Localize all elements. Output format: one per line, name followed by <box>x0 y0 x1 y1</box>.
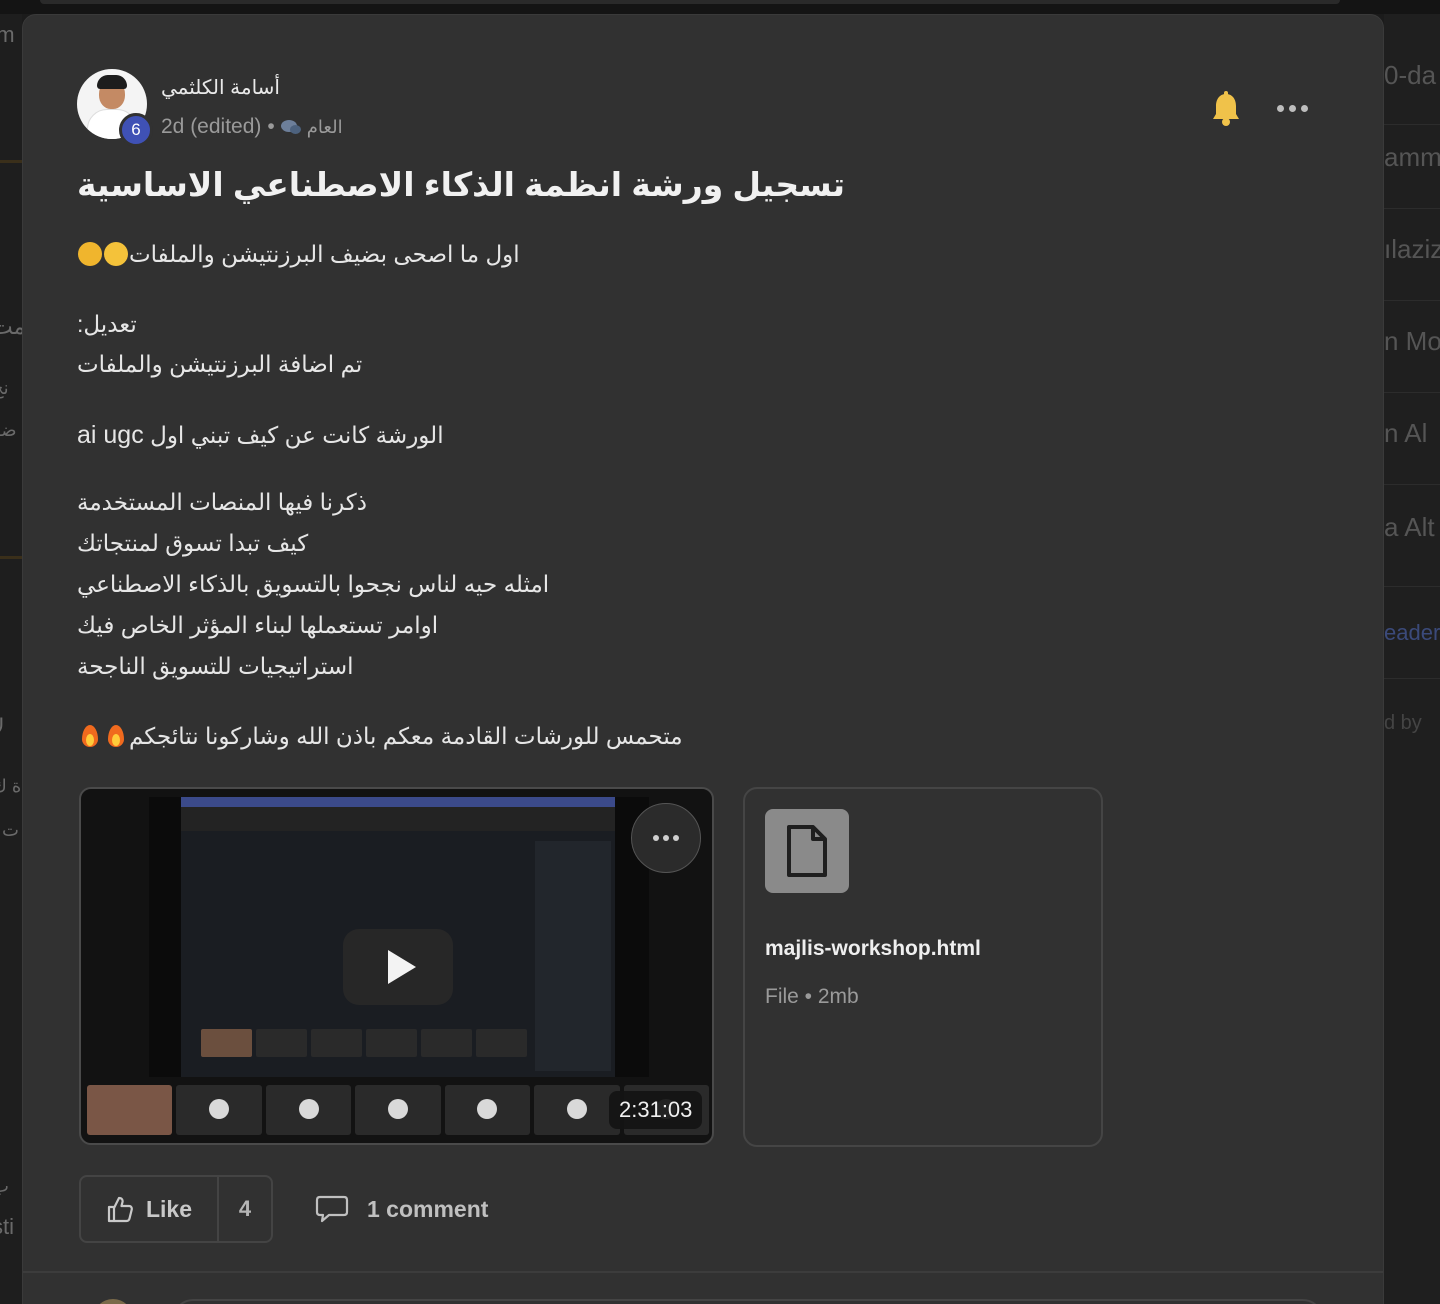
dot-icon <box>663 835 669 841</box>
bell-icon[interactable] <box>1211 91 1241 127</box>
background-text-fragment: لا <box>0 714 5 740</box>
comment-icon <box>315 1195 349 1223</box>
background-text-fragment: مت <box>0 314 22 339</box>
fire-icon <box>104 724 128 748</box>
author-name[interactable]: أسامة الكلثمي <box>161 75 280 100</box>
post-line: تم اضافة البرزنتيشن والملفات <box>77 351 363 377</box>
background-text-fragment: a Alt <box>1384 512 1435 542</box>
melting-face-icon <box>78 242 102 266</box>
post-line: كيف تبدا تسوق لمنتجاتك <box>77 530 309 556</box>
post-line: امثله حيه لناس نجحوا بالتسويق بالذكاء ال… <box>77 571 550 597</box>
video-menu-button[interactable] <box>631 803 701 873</box>
post-time: 2d (edited) <box>161 115 262 138</box>
post-line: اول ما اصحى بضيف البرزنتيشن والملفات <box>77 241 977 268</box>
background-text-fragment: 'm <box>0 22 15 47</box>
video-duration: 2:31:03 <box>609 1091 703 1129</box>
background-divider <box>0 556 22 559</box>
commenter-avatar <box>93 1299 133 1304</box>
like-button-group: Like 4 <box>79 1175 273 1243</box>
sleepy-face-icon <box>104 242 128 266</box>
background-divider <box>0 160 22 163</box>
background-divider <box>1384 586 1440 587</box>
background-divider <box>1384 678 1440 679</box>
post-line: متحمس للورشات القادمة معكم باذن الله وشا… <box>77 723 977 750</box>
background-divider <box>1384 124 1440 125</box>
meta-separator: • <box>267 115 275 138</box>
dot-icon <box>1277 104 1284 112</box>
background-text-fragment: n Al <box>1384 418 1428 448</box>
background-text-fragment: ة ك <box>0 776 22 796</box>
background-leaderboard-link: eader <box>1384 620 1440 645</box>
file-name[interactable]: majlis-workshop.html <box>765 937 981 961</box>
background-divider <box>1384 300 1440 301</box>
background-text-fragment: نخ <box>0 378 9 398</box>
speech-bubbles-icon <box>280 119 301 135</box>
background-left-column: 'm مت نخ ضو لا ة ك ت ا ب sti <box>0 14 22 1304</box>
background-text-fragment: n Mo <box>1384 326 1440 356</box>
dot-icon <box>653 835 659 841</box>
background-text-fragment: ضو <box>0 420 17 440</box>
post-line: تعديل: <box>77 311 137 337</box>
comment-button[interactable]: 1 comment <box>315 1191 488 1227</box>
thumbs-up-icon <box>107 1196 133 1223</box>
fire-icon <box>78 724 102 748</box>
background-text-fragment: d by <box>1384 712 1422 734</box>
post-line: الورشة كانت عن كيف تبني اول ai ugc <box>77 421 444 449</box>
author-avatar[interactable]: 6 <box>77 69 153 147</box>
dot-icon <box>1301 104 1308 112</box>
background-text-fragment: 0-da <box>1384 60 1437 90</box>
file-attachment[interactable]: majlis-workshop.html File • 2mb <box>743 787 1103 1147</box>
background-divider <box>1384 208 1440 209</box>
background-header-edge <box>40 0 1340 4</box>
comment-input[interactable] <box>173 1299 1323 1304</box>
background-text-fragment: ت ا <box>0 820 19 840</box>
post-title: تسجيل ورشة انظمة الذكاء الاصطناعي الاساس… <box>77 166 846 203</box>
like-label: Like <box>145 1195 193 1222</box>
video-attachment[interactable]: 2:31:03 <box>79 787 714 1145</box>
file-icon <box>765 809 849 893</box>
background-divider <box>1384 392 1440 393</box>
like-button[interactable]: Like <box>81 1177 219 1241</box>
post-card: 6 أسامة الكلثمي 2d (edited) • العام تسجي… <box>22 14 1384 1304</box>
more-options-button[interactable] <box>1277 101 1313 115</box>
dot-icon <box>673 835 679 841</box>
screen: 'm مت نخ ضو لا ة ك ت ا ب sti 0-da amm ıl… <box>0 0 1440 1304</box>
level-badge: 6 <box>119 113 153 147</box>
post-line: اوامر تستعملها لبناء المؤثر الخاص فيك <box>77 612 439 638</box>
background-text-fragment: ılaziz <box>1384 234 1440 264</box>
background-right-column: 0-da amm ılaziz n Mo n Al a Alt eader d … <box>1384 14 1440 1304</box>
post-channel[interactable]: العام <box>307 117 343 138</box>
comment-count-label: 1 comment <box>367 1195 489 1222</box>
background-text-fragment: ب <box>0 1176 9 1196</box>
post-line: ذكرنا فيها المنصات المستخدمة <box>77 489 367 515</box>
post-meta: 2d (edited) • العام <box>161 115 343 139</box>
play-button[interactable] <box>343 929 453 1005</box>
card-divider <box>23 1271 1383 1273</box>
file-meta: File • 2mb <box>765 985 859 1008</box>
background-text-fragment: amm <box>1384 142 1440 172</box>
post-line: استراتيجيات للتسويق الناجحة <box>77 653 354 679</box>
dot-icon <box>1289 104 1296 112</box>
background-divider <box>1384 484 1440 485</box>
like-count[interactable]: 4 <box>219 1177 271 1241</box>
background-text-fragment: sti <box>0 1214 14 1239</box>
